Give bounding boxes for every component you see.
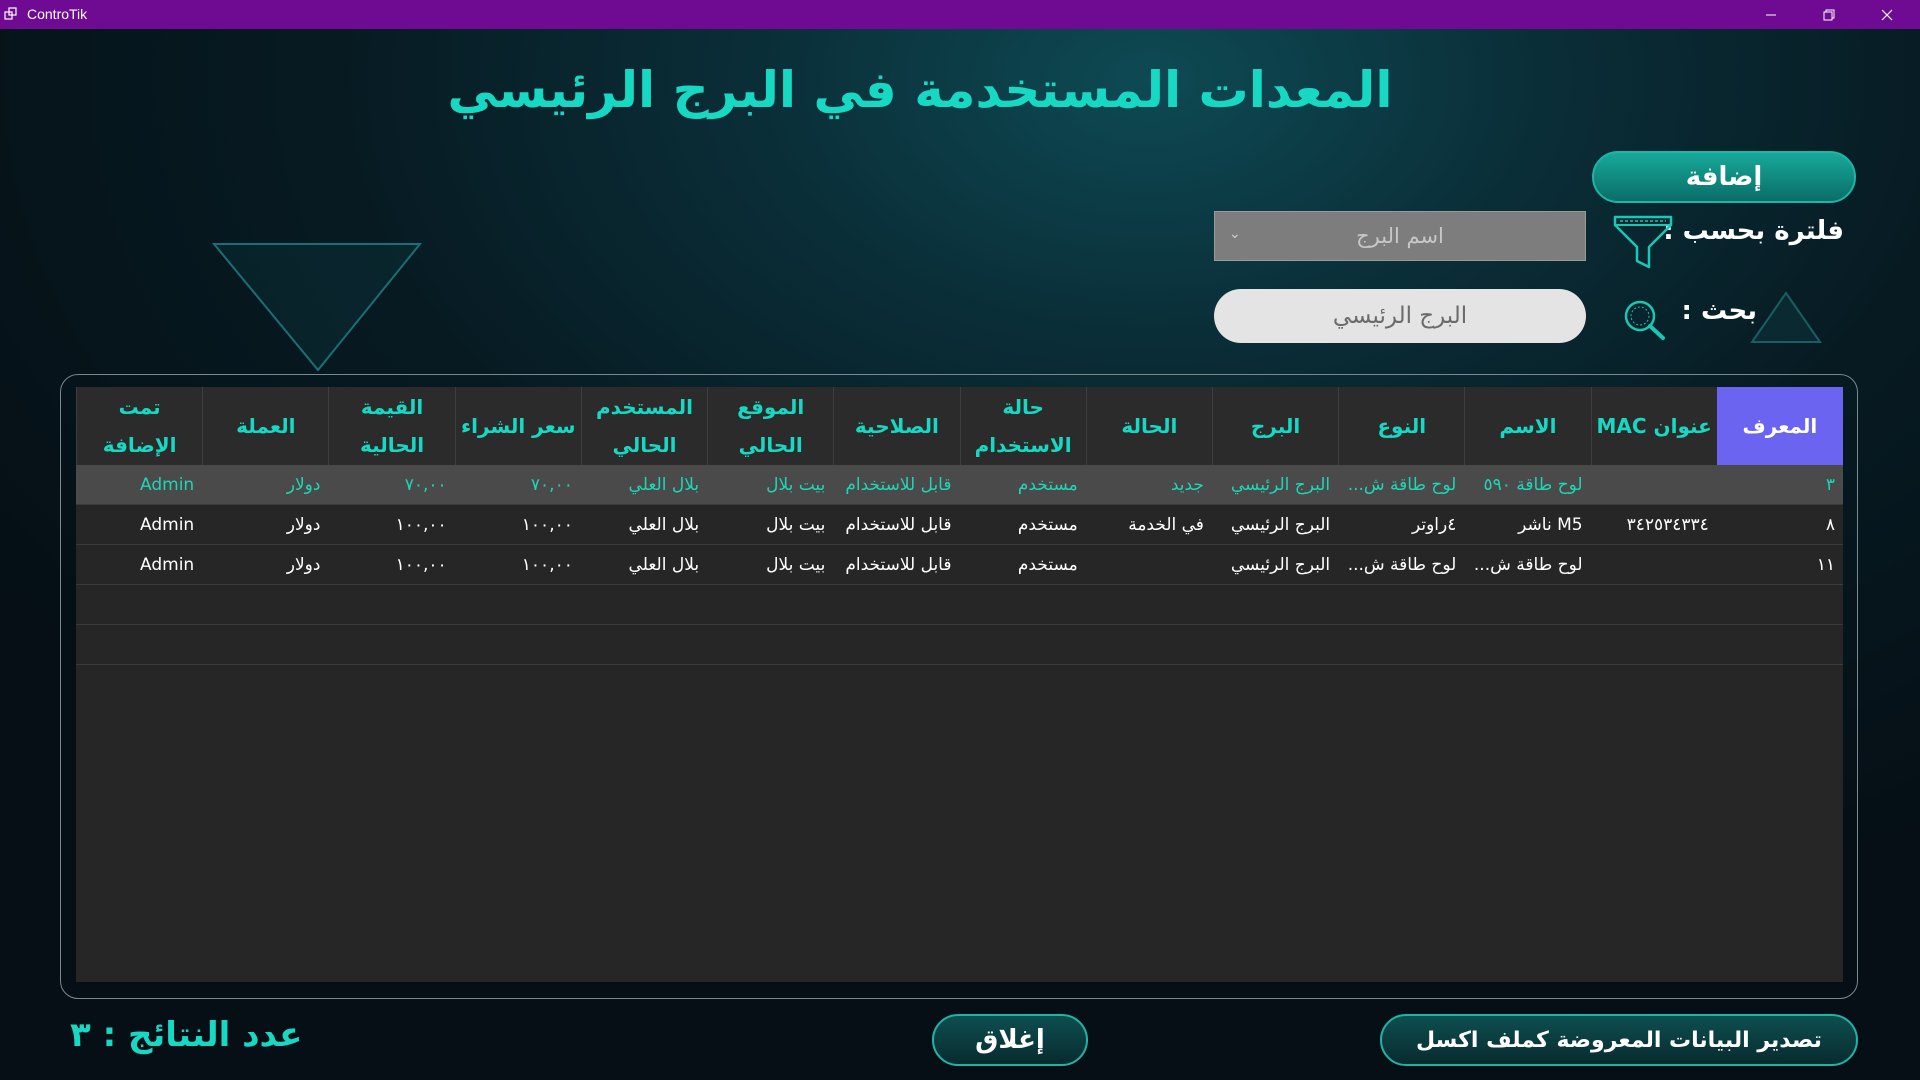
cell-validity: قابل للاستخدام <box>845 555 952 575</box>
cell-user: بلال العلي <box>628 475 700 495</box>
minimize-icon <box>1766 14 1776 15</box>
column-header-user[interactable]: المستخدم الحالي <box>580 387 707 465</box>
cell-status: في الخدمة <box>1128 515 1204 535</box>
window-close-button[interactable] <box>1858 0 1916 29</box>
cell-added-by: Admin <box>140 515 195 535</box>
cell-location: بيت بلال <box>766 555 826 575</box>
cell-validity: قابل للاستخدام <box>845 515 952 535</box>
cell-type: لوح طاقة ش... <box>1347 555 1457 575</box>
column-header-status[interactable]: الحالة <box>1085 387 1212 465</box>
page-title: المعدات المستخدمة في البرج الرئيسي <box>447 61 1393 119</box>
cell-tower: البرج الرئيسي <box>1230 475 1331 495</box>
cell-user: بلال العلي <box>628 515 700 535</box>
cell-mac <box>1591 465 1717 505</box>
cell-location: بيت بلال <box>766 515 826 535</box>
close-button[interactable]: إغلاق <box>932 1014 1088 1066</box>
cell-location: بيت بلال <box>766 475 826 495</box>
app-icon <box>4 7 17 20</box>
column-header-added-by[interactable]: تمت الإضافة <box>76 387 202 465</box>
column-header-type[interactable]: النوع <box>1338 387 1464 465</box>
cell-name: لوح طاقة ٥٩٠ <box>1483 475 1583 495</box>
cell-tower: البرج الرئيسي <box>1230 515 1331 535</box>
equipment-table[interactable]: المعرف عنوان MAC الاسم النوع البرج الحالة حالة… <box>76 387 1843 982</box>
cell-status: جديد <box>1170 475 1204 495</box>
restore-icon <box>1823 9 1835 20</box>
cell-currency: دولار <box>286 515 321 535</box>
column-header-mac[interactable]: عنوان MAC <box>1590 387 1717 465</box>
decorative-triangle-right <box>1750 291 1822 343</box>
app-title: ControTik <box>27 6 88 22</box>
chevron-down-icon: ⌄ <box>1229 226 1241 242</box>
cell-added-by: Admin <box>140 555 195 575</box>
cell-mac: ٣٤٢٥٣٤٣٣٤ <box>1626 515 1709 535</box>
table-row[interactable]: ١١ لوح طاقة ش... لوح طاقة ش... البرج الرئيس… <box>76 545 1843 585</box>
column-header-purchase-price[interactable]: سعر الشراء <box>454 387 581 465</box>
add-button[interactable]: إضافة <box>1592 151 1856 203</box>
search-icon <box>1624 300 1665 340</box>
cell-name: لوح طاقة ش... <box>1473 555 1583 575</box>
cell-purchase-price: ٧٠,٠٠ <box>530 475 573 495</box>
cell-name: M5 ناشر <box>1518 515 1583 535</box>
results-count-label: عدد النتائج : ٣ <box>70 1015 303 1055</box>
tower-filter-placeholder: اسم البرج <box>1356 224 1444 248</box>
column-header-tower[interactable]: البرج <box>1211 387 1338 465</box>
minimize-button[interactable] <box>1742 0 1800 29</box>
cell-current-value: ١٠٠,٠٠ <box>395 515 447 535</box>
cell-type: ٤راوتر <box>1411 515 1457 535</box>
filter-icon <box>1613 215 1673 269</box>
cell-usage: مستخدم <box>1017 555 1078 575</box>
cell-id: ٨ <box>1825 515 1835 535</box>
column-header-current-value[interactable]: القيمة الحالية <box>328 387 454 465</box>
table-row <box>76 585 1843 625</box>
tower-filter-select[interactable]: اسم البرج ⌄ <box>1214 211 1586 261</box>
table-row[interactable]: ٣ لوح طاقة ٥٩٠ لوح طاقة ش... البرج الرئيسي ج… <box>76 465 1843 505</box>
table-row[interactable]: ٨ ٣٤٢٥٣٤٣٣٤ M5 ناشر ٤راوتر البرج الرئيسي في ا… <box>76 505 1843 545</box>
column-header-validity[interactable]: الصلاحية <box>833 387 959 465</box>
cell-validity: قابل للاستخدام <box>845 475 952 495</box>
restore-button[interactable] <box>1800 0 1858 29</box>
close-icon <box>1881 9 1893 20</box>
table-header: المعرف عنوان MAC الاسم النوع البرج الحالة حالة… <box>76 387 1843 465</box>
cell-added-by: Admin <box>140 475 195 495</box>
cell-id: ١١ <box>1816 555 1835 575</box>
cell-usage: مستخدم <box>1017 475 1078 495</box>
cell-tower: البرج الرئيسي <box>1230 555 1331 575</box>
cell-id: ٣ <box>1825 475 1835 495</box>
title-bar: ControTik <box>0 0 1920 29</box>
cell-status <box>1086 545 1212 585</box>
column-header-id[interactable]: المعرف <box>1716 387 1843 465</box>
cell-current-value: ١٠٠,٠٠ <box>395 555 447 575</box>
cell-currency: دولار <box>286 475 321 495</box>
cell-purchase-price: ١٠٠,٠٠ <box>521 515 573 535</box>
filter-label: فلترة بحسب : <box>1663 216 1844 246</box>
table-row <box>76 625 1843 665</box>
cell-purchase-price: ١٠٠,٠٠ <box>521 555 573 575</box>
export-excel-button[interactable]: تصدير البيانات المعروضة كملف اكسل <box>1380 1014 1858 1066</box>
cell-usage: مستخدم <box>1017 515 1078 535</box>
cell-current-value: ٧٠,٠٠ <box>404 475 447 495</box>
column-header-location[interactable]: الموقع الحالي <box>707 387 833 465</box>
cell-user: بلال العلي <box>628 555 700 575</box>
search-label: بحث : <box>1681 296 1757 326</box>
column-header-currency[interactable]: العملة <box>202 387 328 465</box>
cell-mac <box>1591 545 1717 585</box>
cell-type: لوح طاقة ش... <box>1347 475 1457 495</box>
cell-currency: دولار <box>286 555 321 575</box>
search-input[interactable] <box>1214 289 1586 343</box>
column-header-usage[interactable]: حالة الاستخدام <box>959 387 1086 465</box>
decorative-triangle-left <box>211 243 423 372</box>
column-header-name[interactable]: الاسم <box>1464 387 1590 465</box>
